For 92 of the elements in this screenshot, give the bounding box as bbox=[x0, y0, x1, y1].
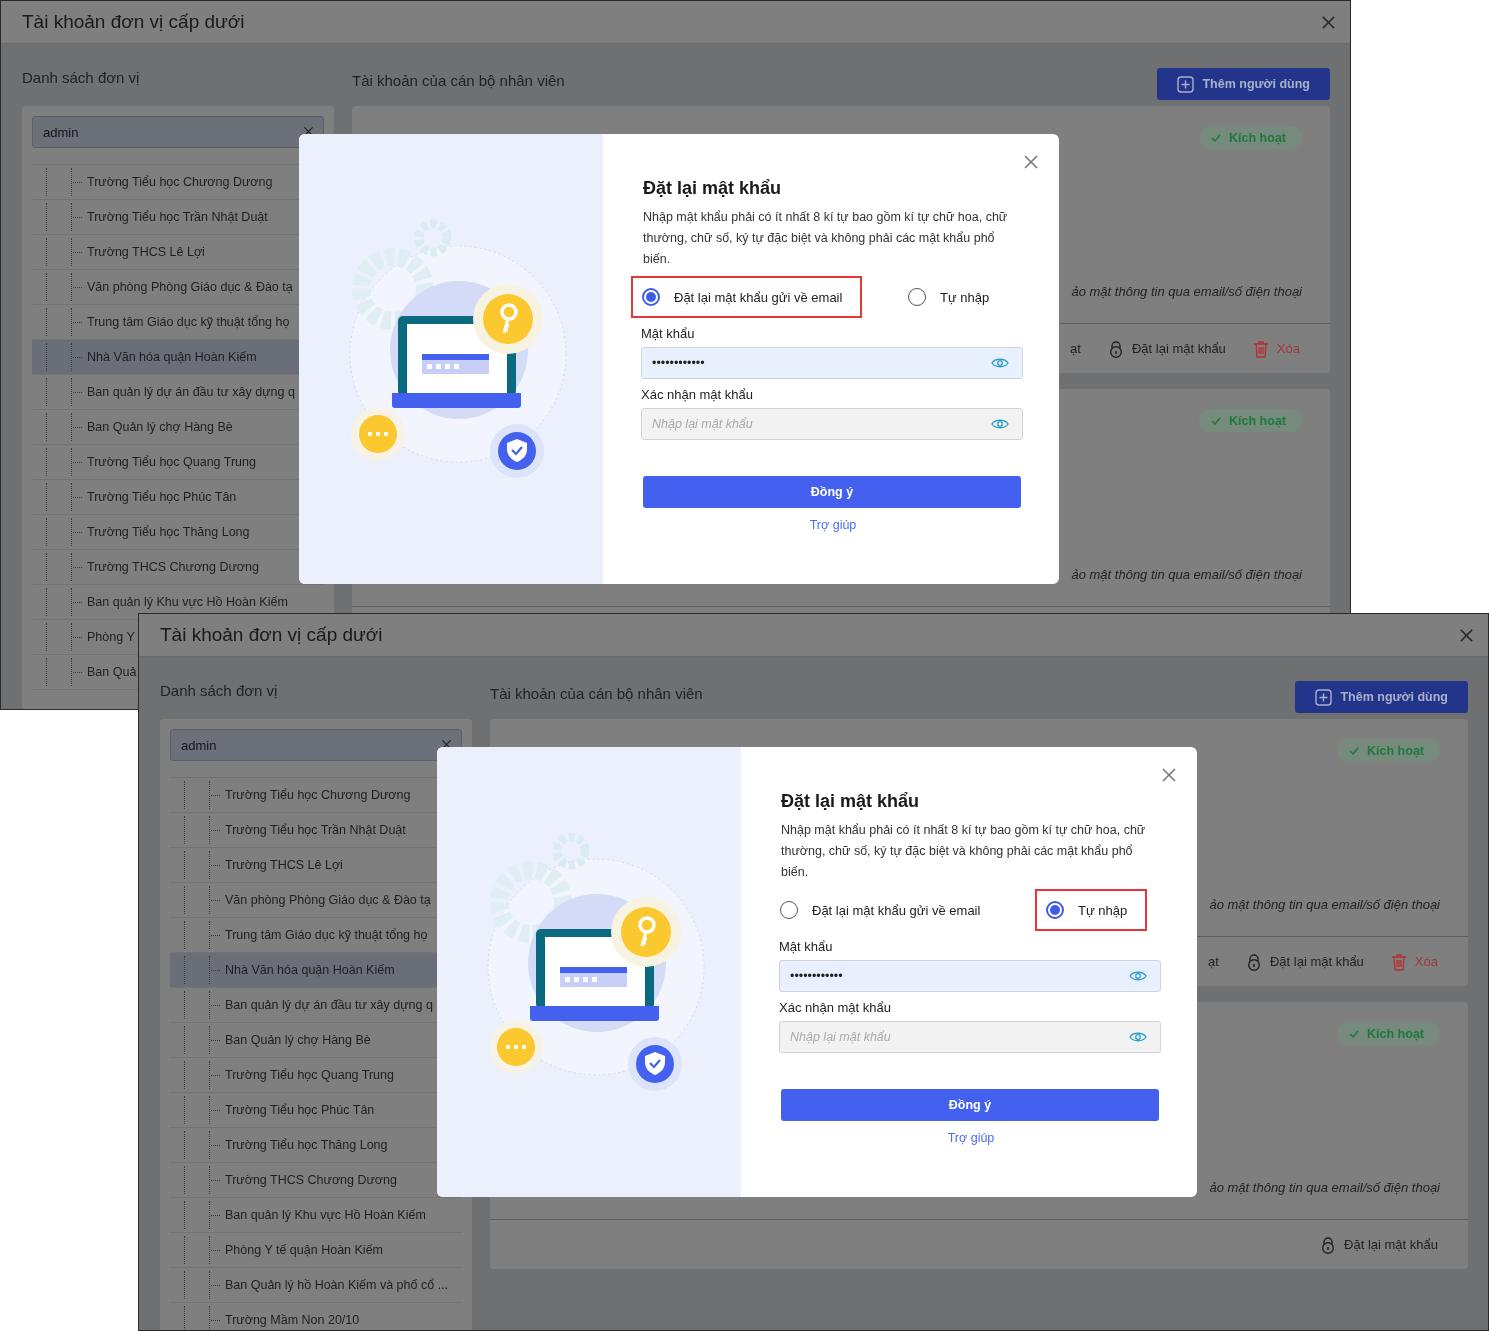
tree-item[interactable]: Phòng Y tế quận Hoàn Kiếm bbox=[225, 1243, 383, 1257]
section-heading: Tài khoản của cán bộ nhân viên bbox=[352, 71, 565, 89]
tree-item[interactable]: Phòng Y bbox=[87, 630, 135, 644]
reset-password-button[interactable]: Đặt lại mật khẩu bbox=[1319, 1235, 1438, 1254]
plus-icon bbox=[1315, 688, 1333, 706]
tree-item[interactable]: Ban quản lý Khu vực Hồ Hoàn Kiếm bbox=[225, 1208, 426, 1222]
tree-item[interactable]: Ban Quản lý chợ Hàng Bè bbox=[87, 420, 233, 434]
search-field[interactable]: admin bbox=[32, 116, 324, 148]
eye-icon[interactable] bbox=[1129, 970, 1147, 982]
password-field[interactable]: •••••••••••• bbox=[641, 347, 1023, 379]
search-field[interactable]: admin bbox=[170, 729, 462, 761]
field-label: Mật khẩu bbox=[779, 939, 834, 954]
help-link[interactable]: Trợ giúp bbox=[947, 1131, 995, 1145]
tree-item[interactable]: Nhà Văn hóa quận Hoàn Kiếm bbox=[225, 963, 395, 977]
tree-item[interactable]: Trường THCS Lê Lợi bbox=[87, 245, 205, 259]
note-text: ảo mật thông tin qua email/số điện thoại bbox=[1209, 897, 1440, 912]
tree-item[interactable]: Ban quản lý Khu vực Hồ Hoàn Kiếm bbox=[87, 595, 288, 609]
tree-item[interactable]: Trường Tiểu học Chương Dương bbox=[87, 175, 273, 189]
tree-item[interactable]: Trường Tiểu học Quang Trung bbox=[225, 1068, 394, 1082]
tree-item[interactable]: Trường THCS Chương Dương bbox=[87, 560, 259, 574]
password-field[interactable]: Nhập lại mật khẩu bbox=[641, 408, 1023, 440]
eye-icon[interactable] bbox=[991, 357, 1009, 369]
field-label: Xác nhận mật khẩu bbox=[779, 1000, 893, 1015]
status-badge: Kích hoạt bbox=[1199, 126, 1302, 149]
radio-option[interactable]: Đặt lại mật khẩu gửi về email bbox=[769, 889, 1001, 931]
status-badge: Kích hoạt bbox=[1337, 739, 1440, 762]
tree-item[interactable]: Ban Quả bbox=[87, 665, 137, 679]
description-text: Nhập mật khẩu phải có ít nhất 8 kí tự bao gồm kí tự chữ hoa, chữ thường, chữ số, ký tự đặc biệt và không phải các mật khẩu phổ biến. bbox=[643, 209, 1009, 268]
plus-icon bbox=[1177, 75, 1195, 93]
action-button[interactable]: ạt bbox=[1208, 954, 1219, 969]
close-icon[interactable] bbox=[1023, 154, 1039, 170]
tree-item[interactable]: Trung tâm Giáo dục kỹ thuật tổng họ bbox=[87, 315, 290, 329]
dialog-title: Đặt lại mật khẩu bbox=[781, 791, 921, 812]
radio-option[interactable]: Tự nhập bbox=[1035, 889, 1148, 931]
tree-item[interactable]: Trường Tiểu học Phúc Tân bbox=[87, 490, 237, 504]
trash-icon bbox=[1389, 952, 1408, 971]
clear-icon[interactable] bbox=[303, 126, 314, 137]
tree-item[interactable]: Trường Tiểu học Thăng Long bbox=[225, 1138, 388, 1152]
section-heading: Danh sách đơn vị bbox=[160, 681, 279, 699]
tree-item[interactable]: Trung tâm Giáo dục kỹ thuật tổng họ bbox=[225, 928, 428, 942]
note-text: ảo mật thông tin qua email/số điện thoại bbox=[1071, 284, 1302, 299]
tree-item[interactable]: Trường Tiểu học Phúc Tân bbox=[225, 1103, 375, 1117]
add-user-button[interactable]: Thêm người dùng bbox=[1295, 681, 1468, 713]
section-heading: Tài khoản của cán bộ nhân viên bbox=[490, 684, 703, 702]
password-field[interactable]: Nhập lại mật khẩu bbox=[779, 1021, 1161, 1053]
close-icon[interactable] bbox=[1321, 14, 1336, 30]
password-field[interactable]: •••••••••••• bbox=[779, 960, 1161, 992]
add-user-button[interactable]: Thêm người dùng bbox=[1157, 68, 1330, 100]
status-badge: Kích hoạt bbox=[1199, 409, 1302, 432]
window-title: Tài khoản đơn vị cấp dưới bbox=[22, 11, 245, 33]
radio-option[interactable]: Tự nhập bbox=[897, 276, 1010, 318]
eye-icon[interactable] bbox=[991, 418, 1009, 430]
check-icon bbox=[1211, 415, 1222, 426]
tree-item[interactable]: Trường Mầm Non 20/10 bbox=[225, 1313, 360, 1327]
tree-item[interactable]: Ban Quản lý chợ Hàng Bè bbox=[225, 1033, 371, 1047]
tree-item[interactable]: Nhà Văn hóa quận Hoàn Kiếm bbox=[87, 350, 257, 364]
reset-password-button[interactable]: Đặt lại mật khẩu bbox=[1106, 339, 1226, 358]
window-title: Tài khoản đơn vị cấp dưới bbox=[160, 624, 383, 646]
tree-item[interactable]: Trường Tiểu học Trần Nhật Duật bbox=[225, 823, 406, 837]
tree-item[interactable]: Trường Tiểu học Chương Dương bbox=[225, 788, 411, 802]
tree-item[interactable]: Văn phòng Phòng Giáo dục & Đào tạ bbox=[87, 280, 293, 294]
eye-icon[interactable] bbox=[1129, 1031, 1147, 1043]
note-text: ảo mật thông tin qua email/số điện thoại bbox=[1209, 1180, 1440, 1195]
submit-button[interactable]: Đồng ý bbox=[781, 1089, 1159, 1121]
trash-icon bbox=[1251, 339, 1270, 358]
dialog-title: Đặt lại mật khẩu bbox=[643, 178, 783, 199]
field-label: Mật khẩu bbox=[641, 326, 696, 341]
close-icon[interactable] bbox=[1161, 767, 1177, 783]
tree-item[interactable]: Trường THCS Lê Lợi bbox=[225, 858, 343, 872]
tree-item[interactable]: Văn phòng Phòng Giáo dục & Đào tạ bbox=[225, 893, 431, 907]
tree-item[interactable]: Ban quản lý dự án đầu tư xây dựng q bbox=[87, 385, 295, 399]
radio-option[interactable]: Đặt lại mật khẩu gửi về email bbox=[631, 276, 863, 318]
section-heading: Danh sách đơn vị bbox=[22, 68, 141, 86]
submit-button[interactable]: Đồng ý bbox=[643, 476, 1021, 508]
help-link[interactable]: Trợ giúp bbox=[809, 518, 857, 532]
action-button[interactable]: ạt bbox=[1070, 341, 1081, 356]
check-icon bbox=[1349, 1028, 1360, 1039]
tree-item[interactable]: Trường Tiểu học Trần Nhật Duật bbox=[87, 210, 268, 224]
note-text: ảo mật thông tin qua email/số điện thoại bbox=[1071, 567, 1302, 582]
close-icon[interactable] bbox=[1459, 627, 1474, 643]
check-icon bbox=[1211, 132, 1222, 143]
tree-item[interactable]: Trường Tiểu học Quang Trung bbox=[87, 455, 256, 469]
status-badge: Kích hoạt bbox=[1337, 1022, 1440, 1045]
field-label: Xác nhận mật khẩu bbox=[641, 387, 755, 402]
clear-icon[interactable] bbox=[441, 739, 452, 750]
tree-item[interactable]: Trường Tiểu học Thăng Long bbox=[87, 525, 250, 539]
tree-item[interactable]: Ban quản lý dự án đầu tư xây dựng q bbox=[225, 998, 433, 1012]
check-icon bbox=[1349, 745, 1360, 756]
reset-password-button[interactable]: Đặt lại mật khẩu bbox=[1244, 952, 1364, 971]
tree-item[interactable]: Ban Quản lý hồ Hoàn Kiếm và phố cổ ... bbox=[225, 1278, 449, 1292]
description-text: Nhập mật khẩu phải có ít nhất 8 kí tự bao gồm kí tự chữ hoa, chữ thường, chữ số, ký tự đặc biệt và không phải các mật khẩu phổ biến. bbox=[781, 822, 1147, 881]
tree-item[interactable]: Trường THCS Chương Dương bbox=[225, 1173, 397, 1187]
